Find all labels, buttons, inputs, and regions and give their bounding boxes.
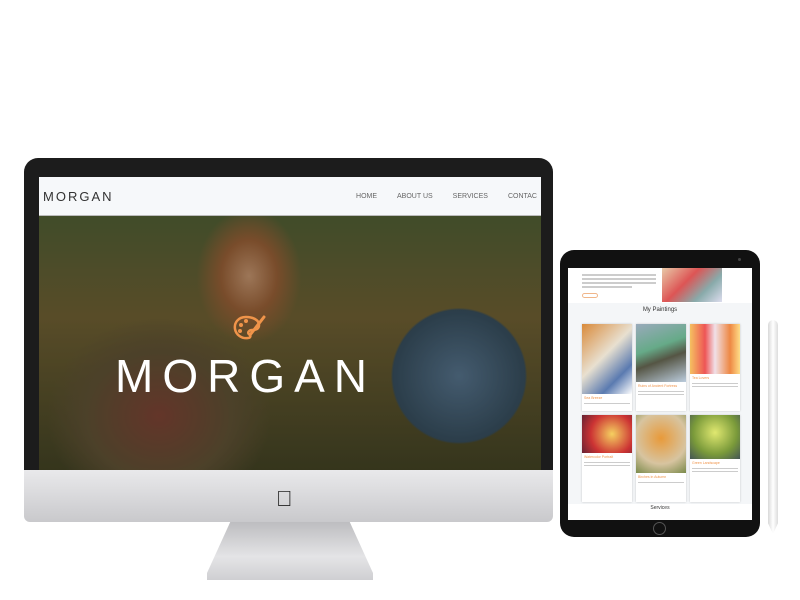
about-image [662, 268, 722, 302]
imac-stand [207, 522, 373, 580]
site-logo[interactable]: MORGAN [43, 189, 114, 204]
hero-banner: MORGAN [39, 216, 541, 470]
learn-more-button[interactable] [582, 293, 598, 298]
apple-pencil [768, 320, 778, 534]
painting-card[interactable]: Sea Breeze [582, 324, 632, 411]
painting-title: Birches in Autumn [638, 475, 667, 479]
tablet-website: My Paintings Sea Breeze Ruins of Ancient… [568, 268, 752, 520]
painting-title: Watercolor Portrait [584, 455, 614, 459]
painting-image [582, 415, 632, 453]
painting-card[interactable]: Green Landscape [690, 415, 740, 502]
hero-title: MORGAN [115, 350, 376, 402]
top-nav: MORGAN HOME ABOUT US SERVICES CONTAC [39, 177, 541, 216]
desktop-website: MORGAN HOME ABOUT US SERVICES CONTAC MOR… [39, 177, 541, 470]
painting-title: Green Landscape [692, 461, 720, 465]
painting-title: Ruins of Ancient Fortress [638, 384, 678, 388]
nav-menu: HOME ABOUT US SERVICES CONTAC [356, 193, 537, 200]
painting-image [690, 415, 740, 459]
about-section [568, 268, 752, 303]
painting-image [582, 324, 632, 394]
nav-home[interactable]: HOME [356, 193, 377, 200]
painting-card[interactable]: Birches in Autumn [636, 415, 686, 502]
apple-logo-icon:  [276, 486, 293, 512]
painting-title: Sea Breeze [584, 396, 603, 400]
painting-title: Tea Lovers [692, 376, 710, 380]
paintings-heading: My Paintings [642, 307, 678, 313]
nav-services[interactable]: SERVICES [453, 193, 488, 200]
paintings-grid: Sea Breeze Ruins of Ancient Fortress Tea… [582, 324, 740, 502]
painting-image [636, 415, 686, 473]
painting-card[interactable]: Watercolor Portrait [582, 415, 632, 502]
painting-card[interactable]: Tea Lovers [690, 324, 740, 411]
services-heading: Services [568, 504, 752, 520]
painting-image [690, 324, 740, 374]
painting-card[interactable]: Ruins of Ancient Fortress [636, 324, 686, 411]
palette-icon [233, 315, 266, 340]
ipad-device: My Paintings Sea Breeze Ruins of Ancient… [560, 250, 760, 537]
camera-icon [738, 258, 741, 261]
painting-image [636, 324, 686, 382]
nav-contact[interactable]: CONTAC [508, 193, 537, 200]
imac-monitor: MORGAN HOME ABOUT US SERVICES CONTAC MOR… [24, 158, 553, 470]
home-button[interactable] [653, 522, 666, 535]
nav-about[interactable]: ABOUT US [397, 193, 433, 200]
